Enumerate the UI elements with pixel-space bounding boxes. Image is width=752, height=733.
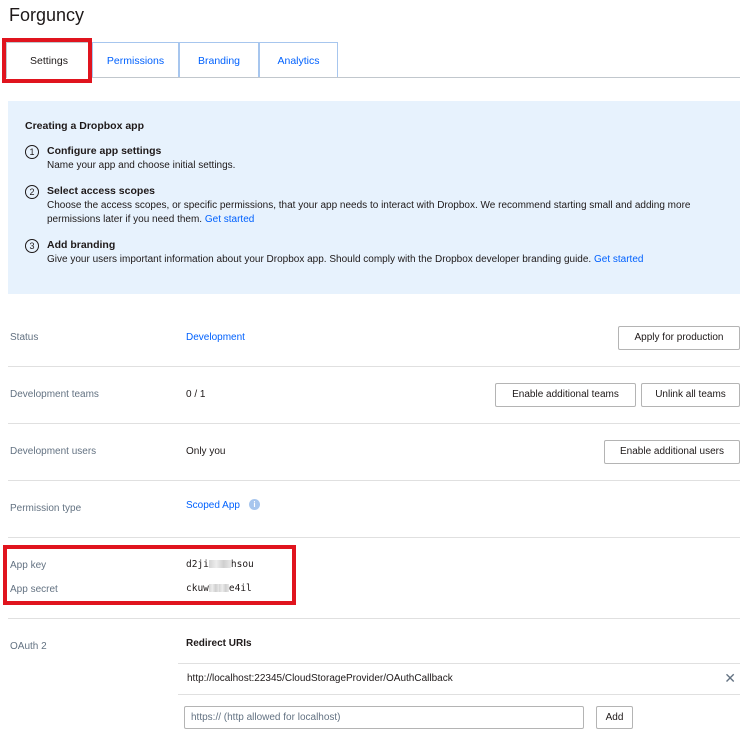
permission-type-value: Scoped App i [186, 499, 260, 511]
permission-type-text[interactable]: Scoped App [186, 500, 240, 511]
development-users-row: Development users Only you Enable additi… [8, 424, 740, 481]
step-heading: Configure app settings [47, 145, 162, 157]
get-started-link[interactable]: Get started [205, 214, 254, 225]
oauth-label: OAuth 2 [10, 641, 47, 652]
redirect-uris-title: Redirect URIs [186, 638, 252, 649]
status-label: Status [10, 332, 39, 343]
step-heading: Select access scopes [47, 185, 155, 197]
add-uri-button[interactable]: Add [596, 706, 633, 729]
step-number: 1 [25, 145, 39, 159]
tab-permissions[interactable]: Permissions [92, 42, 179, 77]
enable-additional-teams-button[interactable]: Enable additional teams [495, 383, 636, 407]
redirect-uri-row: http://localhost:22345/CloudStorageProvi… [178, 663, 740, 695]
apply-for-production-button[interactable]: Apply for production [618, 326, 740, 350]
status-row: Status Development Apply for production [8, 310, 740, 367]
remove-uri-icon[interactable]: ✕ [724, 670, 736, 687]
development-teams-row: Development teams 0 / 1 Enable additiona… [8, 367, 740, 424]
redirect-uri-input[interactable] [184, 706, 584, 729]
app-title: Forguncy [9, 5, 85, 25]
highlight-box-settings-tab [2, 38, 92, 83]
development-users-value: Only you [186, 446, 226, 457]
development-users-label: Development users [10, 446, 97, 457]
tab-bar: Settings Permissions Branding Analytics [6, 42, 740, 78]
step-number: 2 [25, 185, 39, 199]
step-description: Name your app and choose initial setting… [47, 160, 236, 171]
status-value[interactable]: Development [186, 332, 245, 343]
development-teams-value: 0 / 1 [186, 389, 206, 400]
permission-type-row: Permission type Scoped App i [8, 481, 740, 538]
get-started-link[interactable]: Get started [594, 254, 643, 265]
step-description: Choose the access scopes, or specific pe… [47, 200, 691, 225]
step-number: 3 [25, 239, 39, 253]
permission-type-label: Permission type [10, 503, 82, 514]
step-description: Give your users important information ab… [47, 254, 644, 265]
info-title: Creating a Dropbox app [25, 120, 145, 132]
tab-analytics[interactable]: Analytics [259, 42, 338, 77]
info-icon[interactable]: i [248, 499, 260, 510]
step-heading: Add branding [47, 239, 116, 251]
redirect-uri-text: http://localhost:22345/CloudStorageProvi… [187, 673, 453, 684]
info-panel: Creating a Dropbox app 1 Configure app s… [8, 101, 740, 294]
enable-additional-users-button[interactable]: Enable additional users [604, 440, 740, 464]
unlink-all-teams-button[interactable]: Unlink all teams [641, 383, 740, 407]
highlight-box-credentials [3, 545, 296, 605]
tab-branding[interactable]: Branding [179, 42, 259, 77]
development-teams-label: Development teams [10, 389, 99, 400]
